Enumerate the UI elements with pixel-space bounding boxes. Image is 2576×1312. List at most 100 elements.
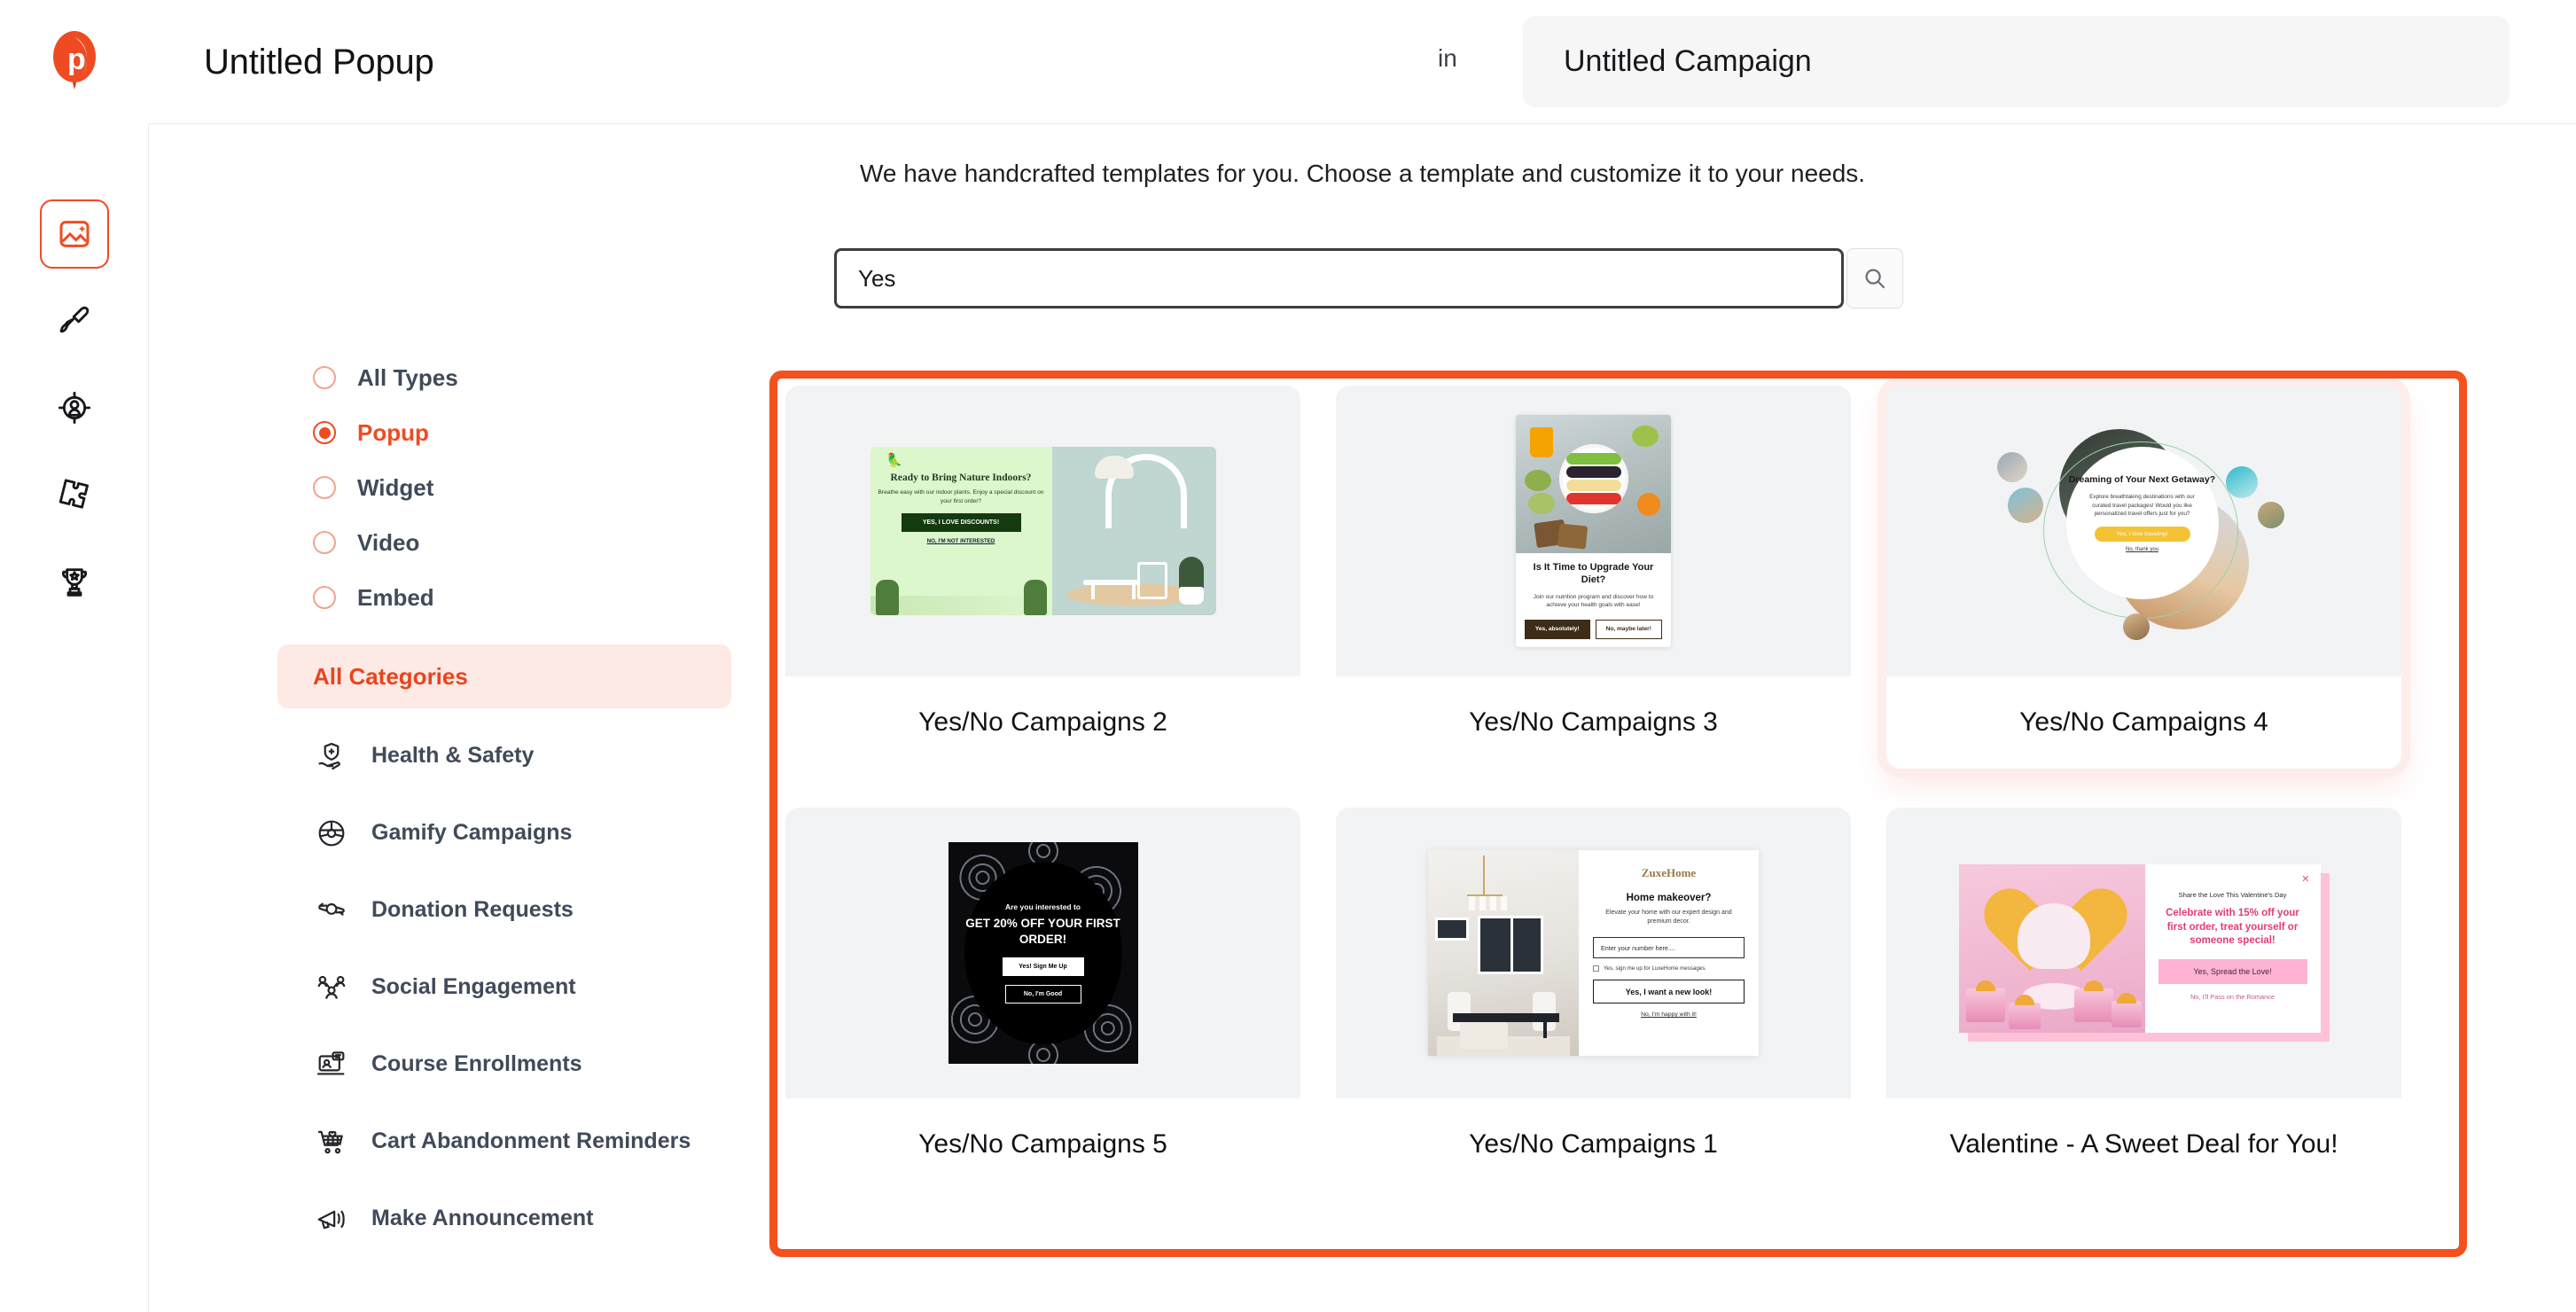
category-course-enrollments[interactable]: Course Enrollments (277, 1026, 756, 1103)
grapes (1632, 426, 1659, 447)
filter-type-widget[interactable]: Widget (277, 460, 756, 515)
search-row (834, 248, 1903, 308)
table-leg (1543, 1020, 1547, 1038)
preview-yes-button: Yes, absolutely! (1525, 619, 1590, 639)
window (1478, 916, 1543, 974)
avocado (1528, 493, 1555, 514)
banana-row (1565, 479, 1621, 491)
top-header: p Untitled Popup in Untitled Campaign (0, 0, 2576, 124)
white-pot-decoration (1178, 587, 1204, 605)
preview-kicker: Share the Love This Valentine's Day (2178, 891, 2287, 899)
shield-hand-icon (313, 739, 350, 773)
template-preview: Are you interested to GET 20% OFF YOUR F… (785, 808, 1300, 1098)
preview-subtext: Join our nutrition program and discover … (1533, 593, 1654, 609)
category-all-categories[interactable]: All Categories (277, 644, 731, 708)
megaphone-icon (313, 1202, 350, 1236)
preview-no-link: No, I'm happy with it! (1641, 1011, 1697, 1019)
kiwi-row (1565, 452, 1621, 465)
filter-type-popup[interactable]: Popup (277, 405, 756, 460)
preview-yes-button: YES, I LOVE DISCOUNTS! (901, 512, 1021, 532)
campaign-name-value: Untitled Campaign (1564, 44, 1812, 78)
thumb-photo (2007, 488, 2043, 523)
thumb-photo (1996, 452, 2027, 482)
app-logo[interactable]: p (0, 0, 149, 124)
preview-diet-popup: Is It Time to Upgrade Your Diet? Join ou… (1516, 415, 1671, 647)
filter-label: Embed (357, 583, 434, 611)
svg-text:p: p (67, 43, 86, 76)
preview-consent-row: Yes, sign me up for LuxeHome messages. (1593, 965, 1745, 972)
radio-video (313, 531, 336, 554)
hand-giving-icon (313, 894, 350, 927)
preview-heading: Dreaming of Your Next Getaway? (2068, 474, 2216, 485)
category-donation-requests[interactable]: Donation Requests (277, 871, 756, 949)
template-card-footer: Yes/No Campaigns 5 (785, 1098, 1300, 1191)
category-social-engagement[interactable]: Social Engagement (277, 949, 756, 1026)
preview-subtext: Explore breathtaking destinations with o… (2089, 494, 2195, 518)
paintbrush-icon (59, 306, 89, 333)
strawberry-row (1565, 492, 1621, 504)
chandelier-bulb (1501, 896, 1507, 910)
preview-no-button: No, maybe later! (1595, 619, 1662, 639)
search-input[interactable] (834, 248, 1844, 308)
side-window (1435, 918, 1469, 941)
radio-all-types (313, 366, 336, 389)
bread-slice (1557, 523, 1589, 550)
template-card-yes-no-5[interactable]: Are you interested to GET 20% OFF YOUR F… (785, 808, 1300, 1191)
template-card-yes-no-2[interactable]: 🦜 Ready to Bring Nature Indoors? Breathe… (785, 386, 1300, 769)
preview-no-link: No, I'll Pass on the Romance (2190, 992, 2275, 1001)
gift-box (2111, 1001, 2142, 1027)
preview-yes-button: Yes, I love traveling! (2094, 527, 2190, 542)
template-name: Yes/No Campaigns 3 (1469, 707, 1718, 737)
preview-consent-label: Yes, sign me up for LuxeHome messages. (1604, 965, 1707, 972)
template-preview: Is It Time to Upgrade Your Diet? Join ou… (1336, 386, 1851, 676)
category-cart-abandonment-reminders[interactable]: Cart Abandonment Reminders (277, 1103, 756, 1180)
popupsmart-balloon-logo-icon: p (53, 31, 96, 90)
sidebar-item-integrations[interactable] (40, 460, 109, 529)
chandelier-bulb (1490, 896, 1496, 910)
sidebar-item-design[interactable] (40, 286, 109, 355)
category-label: Social Engagement (371, 974, 576, 999)
chandelier-cord (1483, 855, 1485, 896)
preview-yes-button: Yes! Sign Me Up (1002, 957, 1084, 977)
filter-label: Widget (357, 473, 434, 501)
template-card-yes-no-1[interactable]: ZuxeHome Home makeover? Elevate your hom… (1336, 808, 1851, 1191)
campaign-name-field[interactable]: Untitled Campaign (1523, 16, 2510, 107)
chandelier-bulb (1469, 896, 1475, 910)
in-label: in (1438, 44, 1457, 72)
preview-phone-input: Enter your number here.... (1593, 937, 1745, 959)
preview-no-link: NO, I'M NOT INTERESTED (926, 537, 995, 544)
template-card-yes-no-3[interactable]: Is It Time to Upgrade Your Diet? Join ou… (1336, 386, 1851, 769)
sidebar-item-templates[interactable] (39, 199, 109, 269)
filter-label: All Types (357, 363, 458, 391)
laptop-course-icon (313, 1048, 350, 1082)
filter-label: Video (357, 528, 420, 556)
category-list: Health & Safety Gamify Campaigns Donatio… (277, 717, 756, 1257)
radio-widget (313, 476, 336, 499)
search-button[interactable] (1846, 248, 1903, 308)
filter-type-all-types[interactable]: All Types (277, 350, 756, 405)
sidebar-item-goals[interactable] (40, 547, 109, 616)
trophy-goals-icon (61, 568, 87, 597)
preview-nature-popup: 🦜 Ready to Bring Nature Indoors? Breathe… (870, 447, 1216, 615)
preview-valentine-popup: ✕ Share the Love This Valentine's Day Ce… (1958, 864, 2330, 1042)
category-gamify-campaigns[interactable]: Gamify Campaigns (277, 794, 756, 871)
template-picker-page: p Untitled Popup in Untitled Campaign We… (0, 0, 2576, 1312)
filter-type-embed[interactable]: Embed (277, 570, 756, 625)
preview-no-link: No, thank you (2125, 547, 2159, 552)
category-make-announcement[interactable]: Make Announcement (277, 1180, 756, 1257)
thumb-photo (2122, 613, 2150, 640)
preview-heading: Is It Time to Upgrade Your Diet? (1533, 562, 1654, 585)
template-name: Yes/No Campaigns 5 (918, 1129, 1167, 1159)
plant-decoration (1023, 580, 1047, 615)
category-health-safety[interactable]: Health & Safety (277, 717, 756, 794)
category-label: Course Enrollments (371, 1051, 582, 1076)
preview-heading: GET 20% OFF YOUR FIRST ORDER! (965, 916, 1120, 946)
sidebar-item-targeting[interactable] (40, 373, 109, 442)
target-audience-icon (58, 391, 90, 425)
avocado (1525, 470, 1551, 491)
template-card-footer: Yes/No Campaigns 4 (1886, 676, 2401, 769)
template-card-valentine[interactable]: ✕ Share the Love This Valentine's Day Ce… (1886, 808, 2401, 1191)
close-icon[interactable]: ✕ (2301, 873, 2309, 885)
filter-type-video[interactable]: Video (277, 515, 756, 570)
template-card-yes-no-4[interactable]: Dreaming of Your Next Getaway? Explore b… (1886, 386, 2401, 769)
